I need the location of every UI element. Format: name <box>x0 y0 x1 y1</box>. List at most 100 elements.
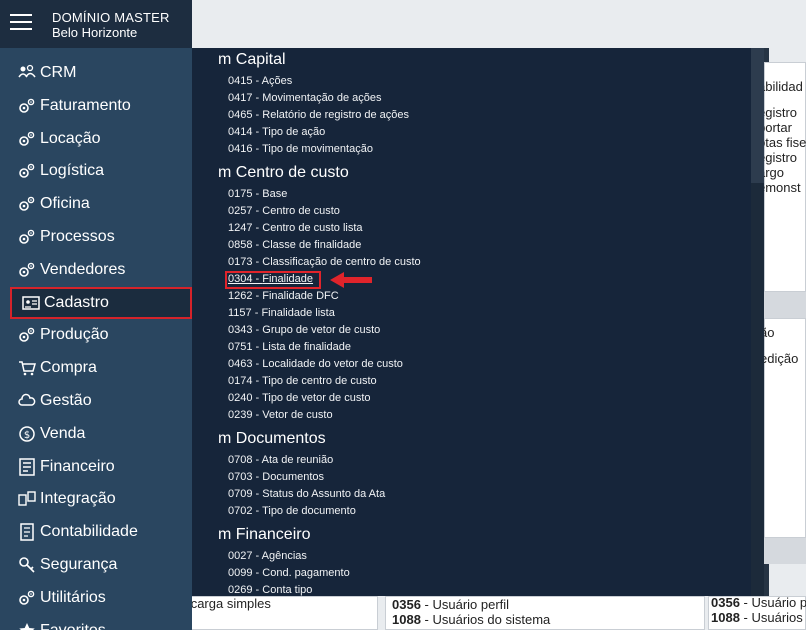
menu-item[interactable]: 0858 - Classe de finalidade <box>228 239 361 251</box>
bg-right-text-2: portar <box>758 120 792 135</box>
sidebar-item-logistica[interactable]: Logística <box>8 155 192 187</box>
menu-item[interactable]: 0174 - Tipo de centro de custo <box>228 375 377 387</box>
menu-item-code: 0709 <box>228 488 253 500</box>
menu-item-code: 0257 <box>228 205 253 217</box>
menu-item[interactable]: 0239 - Vetor de custo <box>228 409 333 421</box>
menu-item-code: 0414 <box>228 126 253 138</box>
menu-item-label: Localidade do vetor de custo <box>262 358 403 370</box>
menu-item[interactable]: 0709 - Status do Assunto da Ata <box>228 488 385 500</box>
cloud-icon <box>16 392 38 410</box>
sidebar-item-vendedores[interactable]: Vendedores <box>8 254 192 286</box>
menu-item[interactable]: 0414 - Tipo de ação <box>228 126 325 138</box>
menu-group-title[interactable]: m Centro de custo <box>218 164 349 182</box>
menu-item-label: Vetor de custo <box>262 409 333 421</box>
menu-item[interactable]: 0708 - Ata de reunião <box>228 454 333 466</box>
svg-text:$: $ <box>24 430 30 441</box>
sidebar-item-label: Processos <box>40 228 115 245</box>
menu-item-separator: - <box>252 92 263 104</box>
sidebar-item-processos[interactable]: Processos <box>8 221 192 253</box>
submenu-scrollbar-thumb[interactable] <box>751 48 764 183</box>
menu-item[interactable]: 0417 - Movimentação de ações <box>228 92 382 104</box>
menu-group-title[interactable]: m Documentos <box>218 430 326 448</box>
background-right-header <box>764 292 806 318</box>
menu-item[interactable]: 0702 - Tipo de documento <box>228 505 356 517</box>
menu-item-label: Movimentação de ações <box>262 92 382 104</box>
bg-bottom-right-code-1: 1088 <box>711 610 740 625</box>
menu-item[interactable]: 1262 - Finalidade DFC <box>228 290 339 302</box>
menu-item[interactable]: 0463 - Localidade do vetor de custo <box>228 358 403 370</box>
sidebar-item-utilitarios[interactable]: Utilitários <box>8 582 192 614</box>
menu-item[interactable]: 0416 - Tipo de movimentação <box>228 143 373 155</box>
sidebar-item-crm[interactable]: CRM <box>8 57 192 89</box>
bg-bottom-right-label-0: Usuário p <box>751 595 806 610</box>
bg-bottom-right-item-0[interactable]: 0356 - Usuário p <box>711 595 806 610</box>
menu-item-separator: - <box>251 307 262 319</box>
bg-bottom-right-item-1[interactable]: 1088 - Usuários <box>711 610 806 625</box>
menu-item-separator: - <box>252 375 263 387</box>
menu-item-label: Tipo de centro de custo <box>262 375 377 387</box>
menu-item[interactable]: 1247 - Centro de custo lista <box>228 222 363 234</box>
sidebar-item-label: Locação <box>40 129 101 147</box>
menu-group-title[interactable]: m Capital <box>218 51 286 69</box>
menu-item[interactable]: 0027 - Agências <box>228 550 307 562</box>
menu-item[interactable]: 0343 - Grupo de vetor de custo <box>228 324 380 336</box>
sidebar-item-contabilidade[interactable]: Contabilidade <box>8 516 192 548</box>
menu-group-title[interactable]: m Financeiro <box>218 526 310 544</box>
integration-icon <box>16 490 38 508</box>
bg-right-text-3: otas fise <box>758 135 806 150</box>
sidebar-item-venda[interactable]: $ Venda <box>8 418 192 450</box>
menu-item[interactable]: 0173 - Classificação de centro de custo <box>228 256 421 268</box>
bg-bottom-right-label-1: Usuários <box>751 610 803 625</box>
menu-item[interactable]: 0240 - Tipo de vetor de custo <box>228 392 371 404</box>
sidebar-item-compra[interactable]: Compra <box>8 352 192 384</box>
sidebar-item-favoritos[interactable]: Favoritos <box>8 615 192 630</box>
bg-bottom-mid-item-0[interactable]: 0356 - Usuário perfil <box>392 597 702 612</box>
highlight-box <box>225 271 321 289</box>
menu-item[interactable]: 1157 - Finalidade lista <box>228 307 335 319</box>
menu-item-code: 0240 <box>228 392 253 404</box>
menu-item-label: Cond. pagamento <box>262 567 350 579</box>
sidebar-item-financeiro[interactable]: Financeiro <box>8 451 192 483</box>
menu-item[interactable]: 0751 - Lista de finalidade <box>228 341 351 353</box>
menu-item-code: 0343 <box>228 324 253 336</box>
hamburger-menu-icon[interactable] <box>10 14 32 32</box>
menu-item-label: Classe de finalidade <box>262 239 362 251</box>
bg-right-mid-text-1: edição <box>760 351 799 366</box>
company-brand[interactable]: DOMÍNIO MASTER Belo Horizonte <box>52 10 170 40</box>
gears-icon <box>16 228 38 246</box>
menu-item-separator: - <box>252 188 263 200</box>
menu-item[interactable]: 0257 - Centro de custo <box>228 205 340 217</box>
menu-item[interactable]: 0175 - Base <box>228 188 287 200</box>
menu-item-label: Ações <box>261 75 293 87</box>
menu-item-label: Centro de custo lista <box>262 222 363 234</box>
sidebar-item-cadastro[interactable]: Cadastro <box>10 286 192 319</box>
company-name: DOMÍNIO MASTER <box>52 10 170 25</box>
menu-item-code: 0858 <box>228 239 253 251</box>
accounting-icon <box>16 523 38 541</box>
menu-item-label: Tipo de documento <box>262 505 356 517</box>
menu-item[interactable]: 0703 - Documentos <box>228 471 324 483</box>
sidebar-item-label: Vendedores <box>40 260 126 278</box>
sidebar-item-gestao[interactable]: Gestão <box>8 385 192 417</box>
menu-item-code: 0463 <box>228 358 253 370</box>
sidebar-item-integracao[interactable]: Integração <box>8 483 192 515</box>
sidebar-item-locacao[interactable]: Locação <box>8 123 192 155</box>
sidebar-item-label: Cadastro <box>44 293 109 311</box>
bg-bottom-right-code-0: 0356 <box>711 595 740 610</box>
menu-item[interactable]: 0269 - Conta tipo <box>228 584 312 596</box>
menu-item[interactable]: 0415 - Ações <box>228 75 292 87</box>
bg-bottom-mid-item-1[interactable]: 1088 - Usuários do sistema <box>392 612 702 627</box>
sidebar: CRM Faturamento Locação Logística Oficina Pro… <box>0 48 192 630</box>
sidebar-item-seguranca[interactable]: Segurança <box>8 549 192 581</box>
menu-item[interactable]: 0465 - Relatório de registro de ações <box>228 109 409 121</box>
bg-right-text-4: egistro <box>758 150 798 165</box>
bg-right-text-1: egistro <box>758 105 798 120</box>
gears-icon <box>16 589 38 607</box>
sidebar-item-producao[interactable]: Produção <box>8 319 192 351</box>
menu-item[interactable]: 0099 - Cond. pagamento <box>228 567 350 579</box>
menu-item-separator: - <box>252 126 263 138</box>
menu-item-code: 0027 <box>228 550 253 562</box>
bg-right-mid-text-0: ão <box>760 325 775 340</box>
sidebar-item-faturamento[interactable]: Faturamento <box>8 90 192 122</box>
sidebar-item-oficina[interactable]: Oficina <box>8 188 192 220</box>
